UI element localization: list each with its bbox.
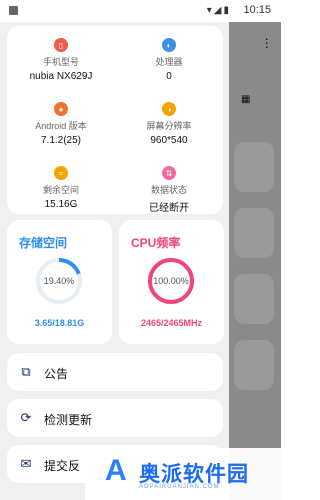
- info-resolution: ◑ 屏幕分辨率 960*540: [115, 102, 223, 162]
- info-value: 15.16G: [44, 199, 78, 210]
- info-value: 7.1.2(25): [40, 135, 82, 146]
- status-bar: ▾◢▮ 10:15: [0, 0, 281, 22]
- background-tile: [234, 340, 274, 390]
- feedback-icon: ✉: [20, 456, 32, 471]
- info-label: 剩余空间: [42, 185, 79, 195]
- navigation-drawer: ▯ 手机型号 nubia NX629J ◐ 处理器 0 ● Android 版本…: [0, 22, 229, 500]
- storage-detail: 3.65/18.81G: [34, 318, 85, 328]
- info-value: nubia NX629J: [29, 71, 93, 82]
- info-label: 手机型号: [42, 57, 79, 67]
- info-value: 0: [166, 71, 172, 82]
- cpu-icon: ◐: [162, 38, 176, 52]
- menu-item-label: 检测更新: [44, 413, 93, 427]
- grid-icon[interactable]: ▦: [241, 94, 250, 105]
- info-free-space: ≈ 剩余空间 15.16G: [7, 166, 115, 226]
- background-tile: [234, 208, 274, 258]
- phone-icon: ▯: [54, 38, 68, 52]
- watermark-logo-icon: A: [105, 454, 127, 487]
- menu-item-update[interactable]: ⟳ 检测更新: [7, 399, 223, 437]
- background-scrim[interactable]: · · · ▦: [228, 22, 281, 500]
- status-icons: ▾◢▮: [206, 5, 231, 16]
- watermark-subtitle: AOPAIRUANJIAN.COM: [139, 484, 220, 490]
- gallery-notification-icon: [9, 6, 18, 15]
- info-value: 已经断开: [149, 203, 189, 214]
- cpu-title: CPU频率: [131, 236, 181, 250]
- background-tile: [234, 142, 274, 192]
- info-cpu: ◐ 处理器 0: [115, 38, 223, 98]
- storage-icon: ≈: [54, 166, 68, 180]
- cpu-detail: 2465/2465MHz: [140, 318, 203, 328]
- update-icon: ⟳: [20, 410, 32, 425]
- notice-icon: ⧉: [21, 364, 31, 379]
- android-icon: ●: [54, 102, 68, 116]
- cpu-percent: 100.00%: [153, 276, 189, 286]
- storage-gauge-card: 存储空间 19.40% 3.65/18.81G: [7, 220, 112, 344]
- watermark: A 奥派软件园 AOPAIRUANJIAN.COM: [85, 448, 281, 500]
- cpu-gauge-card: CPU频率 100.00% 2465/2465MHz: [119, 220, 224, 344]
- info-label: 处理器: [155, 57, 183, 67]
- menu-item-label: 公告: [44, 367, 69, 381]
- info-model: ▯ 手机型号 nubia NX629J: [7, 38, 115, 98]
- info-label: Android 版本: [35, 121, 87, 131]
- screen-icon: ◑: [162, 102, 176, 116]
- overflow-menu-icon[interactable]: · · ·: [264, 31, 269, 53]
- storage-title: 存储空间: [19, 236, 68, 250]
- menu-item-label: 提交反: [44, 459, 81, 473]
- menu-item-notice[interactable]: ⧉ 公告: [7, 353, 223, 391]
- storage-percent: 19.40%: [43, 276, 75, 286]
- info-value: 960*540: [150, 135, 188, 146]
- info-label: 屏幕分辨率: [146, 121, 192, 131]
- status-time: 10:15: [243, 4, 271, 16]
- info-data-status: ⇅ 数据状态 已经断开: [115, 166, 223, 226]
- data-icon: ⇅: [162, 166, 176, 180]
- info-android: ● Android 版本 7.1.2(25): [7, 102, 115, 162]
- device-info-card: ▯ 手机型号 nubia NX629J ◐ 处理器 0 ● Android 版本…: [7, 26, 223, 214]
- background-tile: [234, 274, 274, 324]
- info-label: 数据状态: [150, 185, 187, 195]
